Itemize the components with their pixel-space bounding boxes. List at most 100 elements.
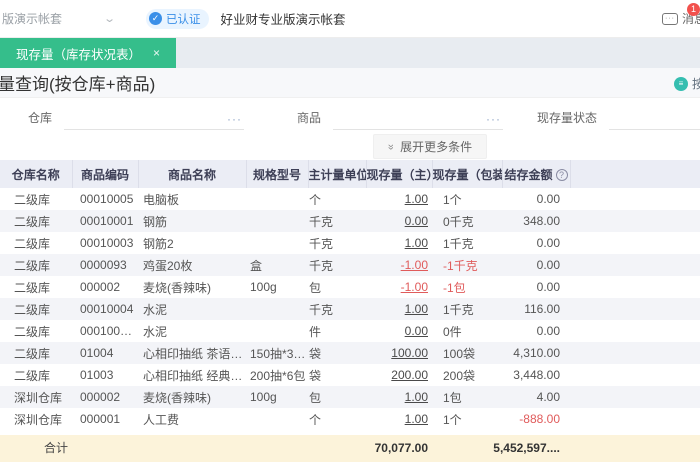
- qty-main-link[interactable]: -1.00: [401, 258, 428, 272]
- tab-stock-status[interactable]: 现存量（库存状况表） ×: [0, 38, 177, 68]
- cell-qty_main: 100.00: [366, 342, 432, 364]
- verified-label: 已认证: [166, 13, 201, 26]
- column-header-spec[interactable]: 规格型号: [246, 160, 309, 188]
- column-header-code[interactable]: 商品编码: [72, 160, 139, 188]
- qty-main-link[interactable]: 100.00: [391, 346, 428, 360]
- total-amount: 5,452,597....: [493, 441, 560, 455]
- product-input[interactable]: ···: [333, 106, 504, 130]
- corner-link[interactable]: ≡ 按档: [673, 75, 700, 92]
- cell-qty_pkg: -1千克: [443, 258, 478, 273]
- table-row: 二级库 01003 心相印抽纸 经典系列 200抽*6包袋 200.00 200袋 3,44…: [0, 364, 700, 386]
- cell-qty_pkg: 0件: [443, 324, 462, 339]
- filter-warehouse: 仓库 ···: [28, 106, 245, 130]
- stock-status-label: 现存量状态: [537, 111, 598, 125]
- page-title: 量查询(按仓库+商品): [0, 75, 156, 94]
- cell-filler: [570, 188, 700, 210]
- cell-name: 心相印抽纸 经典系列: [143, 368, 246, 383]
- cell-warehouse: 二级库: [14, 324, 51, 339]
- cell-filler: [570, 364, 700, 386]
- cell-name: 水泥: [143, 302, 168, 317]
- cell-code: 01003: [80, 368, 114, 382]
- table-row: 二级库 00010003 钢筋2 千克 1.00 1千克 0.00: [0, 232, 700, 254]
- cell-qty_pkg: 200袋: [443, 368, 476, 383]
- cell-unit: 包: [309, 390, 322, 405]
- close-icon[interactable]: ×: [153, 46, 160, 60]
- filter-stock-status: 现存量状态: [537, 106, 700, 130]
- column-header-name[interactable]: 商品名称: [138, 160, 247, 188]
- cell-name: 麦烧(香辣味): [143, 390, 211, 405]
- expand-more-button[interactable]: « 展开更多条件: [373, 134, 488, 159]
- warehouse-input[interactable]: ···: [64, 106, 245, 130]
- verified-check-icon: ✓: [149, 12, 162, 25]
- cell-amount: 0.00: [536, 324, 560, 338]
- account-selector[interactable]: 版演示帐套 ⌄: [2, 10, 116, 27]
- info-icon[interactable]: ?: [555, 168, 568, 181]
- cell-unit: 千克: [309, 302, 334, 317]
- qty-main-link[interactable]: 0.00: [405, 324, 428, 338]
- cell-qty_main: 1.00: [366, 298, 432, 320]
- cell-qty_pkg: 1个: [443, 412, 462, 427]
- qty-main-link[interactable]: 0.00: [405, 214, 428, 228]
- column-header-filler: [570, 160, 700, 188]
- qty-main-link[interactable]: 1.00: [405, 302, 428, 316]
- cell-qty_main: 1.00: [366, 386, 432, 408]
- qty-main-link[interactable]: -1.00: [401, 280, 428, 294]
- cell-unit: 个: [309, 412, 322, 427]
- table-header-row: 仓库名称商品编码商品名称规格型号主计量单位现存量（主）现存量（包装）结存金额?: [0, 160, 700, 188]
- cell-spec: 盒: [250, 258, 263, 273]
- cell-qty_main: 1.00: [366, 188, 432, 210]
- cell-qty_pkg: 0千克: [443, 214, 474, 229]
- cell-qty_pkg: 1千克: [443, 236, 474, 251]
- product-picker-icon[interactable]: ···: [486, 112, 501, 126]
- cell-spec: 100g: [250, 280, 277, 294]
- column-header-qty_pkg[interactable]: 现存量（包装）: [432, 160, 503, 188]
- cell-code: 000100019: [80, 324, 138, 338]
- expand-more-label: 展开更多条件: [400, 140, 473, 154]
- total-qty-main: 70,077.00: [374, 441, 428, 455]
- total-row: 合计 70,077.00 5,452,597....: [0, 435, 700, 462]
- warehouse-picker-icon[interactable]: ···: [227, 112, 242, 126]
- corner-link-label: 按档: [691, 77, 700, 91]
- table-row: 二级库 000002 麦烧(香辣味) 100g 包 -1.00 -1包 0.00: [0, 276, 700, 298]
- cell-qty_pkg: 1包: [443, 390, 462, 405]
- filter-area: 仓库 ··· 商品 ··· 现存量状态 « 展开更多条件: [0, 98, 700, 160]
- cell-code: 00010003: [80, 236, 134, 250]
- table-row: 二级库 000100019 水泥 件 0.00 0件 0.00: [0, 320, 700, 342]
- cell-qty_main: -1.00: [366, 276, 432, 298]
- cell-name: 心相印抽纸 茶语系列 ...: [143, 346, 246, 361]
- cell-filler: [570, 386, 700, 408]
- cell-qty_pkg: 1千克: [443, 302, 474, 317]
- cell-code: 01004: [80, 346, 114, 360]
- qty-main-link[interactable]: 1.00: [405, 236, 428, 250]
- cell-warehouse: 二级库: [14, 302, 51, 317]
- messages-button[interactable]: ··· 消息 1: [661, 3, 700, 27]
- top-bar: 版演示帐套 ⌄ ✓ 已认证 好业财专业版演示帐套 ··· 消息 1: [0, 0, 700, 38]
- cell-name: 水泥: [143, 324, 168, 339]
- cell-warehouse: 二级库: [14, 346, 51, 361]
- stock-status-input[interactable]: [609, 106, 700, 130]
- table-row: 二级库 00010001 钢筋 千克 0.00 0千克 348.00: [0, 210, 700, 232]
- cell-amount: 4.00: [536, 390, 560, 404]
- stock-table: 仓库名称商品编码商品名称规格型号主计量单位现存量（主）现存量（包装）结存金额? …: [0, 160, 700, 430]
- messages-count-badge: 1: [687, 3, 700, 16]
- column-header-warehouse[interactable]: 仓库名称: [0, 160, 73, 188]
- column-header-unit[interactable]: 主计量单位: [308, 160, 367, 188]
- qty-main-link[interactable]: 1.00: [405, 390, 428, 404]
- cell-name: 麦烧(香辣味): [143, 280, 211, 295]
- account-selector-label: 版演示帐套: [2, 12, 63, 26]
- cell-spec: [246, 298, 308, 320]
- cell-name: 钢筋: [143, 214, 168, 229]
- cell-spec: 150抽*3包...: [250, 346, 308, 361]
- cell-warehouse: 深圳仓库: [14, 390, 63, 405]
- cell-amount: 0.00: [536, 280, 560, 294]
- cell-spec: [246, 232, 308, 254]
- cell-warehouse: 二级库: [14, 214, 51, 229]
- verified-badge[interactable]: ✓ 已认证: [146, 8, 209, 29]
- qty-main-link[interactable]: 1.00: [405, 192, 428, 206]
- qty-main-link[interactable]: 200.00: [391, 368, 428, 382]
- cell-name: 人工费: [143, 412, 180, 427]
- column-header-qty_main[interactable]: 现存量（主）: [366, 160, 433, 188]
- qty-main-link[interactable]: 1.00: [405, 412, 428, 426]
- cell-qty_main: 200.00: [366, 364, 432, 386]
- column-header-amount[interactable]: 结存金额?: [502, 160, 571, 188]
